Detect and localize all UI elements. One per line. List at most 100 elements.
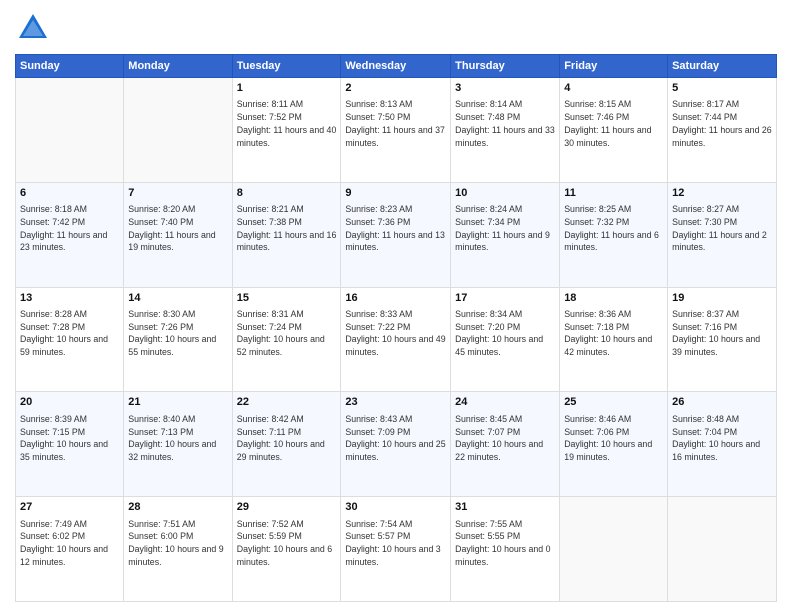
day-number: 22 <box>237 395 337 410</box>
day-number: 9 <box>345 186 446 201</box>
calendar-cell: 28 Sunrise: 7:51 AM Sunset: 6:00 PM Dayli… <box>124 497 232 602</box>
logo <box>15 10 55 46</box>
day-info: Sunrise: 8:33 AM Sunset: 7:22 PM Dayligh… <box>345 308 446 359</box>
day-number: 19 <box>672 291 772 306</box>
calendar-cell: 13 Sunrise: 8:28 AM Sunset: 7:28 PM Dayli… <box>16 287 124 392</box>
calendar-cell: 27Sunrise: 7:49 AM Sunset: 6:02 PM Dayli… <box>16 497 124 602</box>
calendar-cell: 4Sunrise: 8:15 AM Sunset: 7:46 PM Daylig… <box>560 78 668 183</box>
calendar-cell: 22Sunrise: 8:42 AM Sunset: 7:11 PM Dayli… <box>232 392 341 497</box>
day-number: 17 <box>455 291 555 306</box>
day-number: 11 <box>564 186 663 201</box>
day-info: Sunrise: 8:45 AM Sunset: 7:07 PM Dayligh… <box>455 413 555 464</box>
calendar-header-sunday: Sunday <box>16 55 124 78</box>
calendar-cell <box>668 497 777 602</box>
day-info: Sunrise: 8:20 AM Sunset: 7:40 PM Dayligh… <box>128 203 227 254</box>
day-info: Sunrise: 8:34 AM Sunset: 7:20 PM Dayligh… <box>455 308 555 359</box>
day-number: 1 <box>237 81 337 96</box>
calendar-cell: 10 Sunrise: 8:24 AM Sunset: 7:34 PM Dayli… <box>451 182 560 287</box>
calendar-cell: 24 Sunrise: 8:45 AM Sunset: 7:07 PM Dayli… <box>451 392 560 497</box>
calendar-header-saturday: Saturday <box>668 55 777 78</box>
calendar-cell: 3 Sunrise: 8:14 AM Sunset: 7:48 PM Daylig… <box>451 78 560 183</box>
day-info: Sunrise: 8:24 AM Sunset: 7:34 PM Dayligh… <box>455 203 555 254</box>
day-info: Sunrise: 8:37 AM Sunset: 7:16 PM Dayligh… <box>672 308 772 359</box>
day-number: 13 <box>20 291 119 306</box>
day-info: Sunrise: 7:51 AM Sunset: 6:00 PM Dayligh… <box>128 518 227 569</box>
calendar-cell: 12 Sunrise: 8:27 AM Sunset: 7:30 PM Dayli… <box>668 182 777 287</box>
calendar-header-tuesday: Tuesday <box>232 55 341 78</box>
page: SundayMondayTuesdayWednesdayThursdayFrid… <box>0 0 792 612</box>
day-info: Sunrise: 8:27 AM Sunset: 7:30 PM Dayligh… <box>672 203 772 254</box>
calendar-cell: 1 Sunrise: 8:11 AM Sunset: 7:52 PM Daylig… <box>232 78 341 183</box>
day-info: Sunrise: 8:36 AM Sunset: 7:18 PM Dayligh… <box>564 308 663 359</box>
day-number: 8 <box>237 186 337 201</box>
day-info: Sunrise: 8:25 AM Sunset: 7:32 PM Dayligh… <box>564 203 663 254</box>
calendar-cell: 18 Sunrise: 8:36 AM Sunset: 7:18 PM Dayli… <box>560 287 668 392</box>
calendar-week-row: 1 Sunrise: 8:11 AM Sunset: 7:52 PM Daylig… <box>16 78 777 183</box>
day-number: 14 <box>128 291 227 306</box>
calendar-cell: 9 Sunrise: 8:23 AM Sunset: 7:36 PM Daylig… <box>341 182 451 287</box>
day-number: 10 <box>455 186 555 201</box>
day-number: 31 <box>455 500 555 515</box>
calendar-cell: 25 Sunrise: 8:46 AM Sunset: 7:06 PM Dayli… <box>560 392 668 497</box>
calendar-cell: 26Sunrise: 8:48 AM Sunset: 7:04 PM Dayli… <box>668 392 777 497</box>
day-number: 15 <box>237 291 337 306</box>
calendar-header-wednesday: Wednesday <box>341 55 451 78</box>
day-info: Sunrise: 8:40 AM Sunset: 7:13 PM Dayligh… <box>128 413 227 464</box>
calendar-week-row: 6 Sunrise: 8:18 AM Sunset: 7:42 PM Daylig… <box>16 182 777 287</box>
day-number: 6 <box>20 186 119 201</box>
day-info: Sunrise: 8:21 AM Sunset: 7:38 PM Dayligh… <box>237 203 337 254</box>
day-number: 25 <box>564 395 663 410</box>
day-number: 24 <box>455 395 555 410</box>
day-number: 26 <box>672 395 772 410</box>
day-number: 3 <box>455 81 555 96</box>
calendar-header-monday: Monday <box>124 55 232 78</box>
day-info: Sunrise: 8:14 AM Sunset: 7:48 PM Dayligh… <box>455 98 555 149</box>
day-info: Sunrise: 8:30 AM Sunset: 7:26 PM Dayligh… <box>128 308 227 359</box>
day-number: 30 <box>345 500 446 515</box>
day-info: Sunrise: 7:52 AM Sunset: 5:59 PM Dayligh… <box>237 518 337 569</box>
calendar-cell: 2 Sunrise: 8:13 AM Sunset: 7:50 PM Daylig… <box>341 78 451 183</box>
calendar-week-row: 27Sunrise: 7:49 AM Sunset: 6:02 PM Dayli… <box>16 497 777 602</box>
calendar-cell: 23Sunrise: 8:43 AM Sunset: 7:09 PM Dayli… <box>341 392 451 497</box>
calendar-cell: 20Sunrise: 8:39 AM Sunset: 7:15 PM Dayli… <box>16 392 124 497</box>
calendar-cell <box>16 78 124 183</box>
day-number: 23 <box>345 395 446 410</box>
calendar-header-row: SundayMondayTuesdayWednesdayThursdayFrid… <box>16 55 777 78</box>
calendar-cell <box>560 497 668 602</box>
calendar-cell: 17 Sunrise: 8:34 AM Sunset: 7:20 PM Dayli… <box>451 287 560 392</box>
day-number: 27 <box>20 500 119 515</box>
calendar-cell: 29 Sunrise: 7:52 AM Sunset: 5:59 PM Dayli… <box>232 497 341 602</box>
day-number: 18 <box>564 291 663 306</box>
day-number: 29 <box>237 500 337 515</box>
day-info: Sunrise: 8:46 AM Sunset: 7:06 PM Dayligh… <box>564 413 663 464</box>
day-info: Sunrise: 8:39 AM Sunset: 7:15 PM Dayligh… <box>20 413 119 464</box>
calendar-cell: 11 Sunrise: 8:25 AM Sunset: 7:32 PM Dayli… <box>560 182 668 287</box>
calendar-cell: 6 Sunrise: 8:18 AM Sunset: 7:42 PM Daylig… <box>16 182 124 287</box>
calendar-cell <box>124 78 232 183</box>
calendar-cell: 7 Sunrise: 8:20 AM Sunset: 7:40 PM Daylig… <box>124 182 232 287</box>
calendar-cell: 31 Sunrise: 7:55 AM Sunset: 5:55 PM Dayli… <box>451 497 560 602</box>
calendar-week-row: 13 Sunrise: 8:28 AM Sunset: 7:28 PM Dayli… <box>16 287 777 392</box>
day-info: Sunrise: 8:13 AM Sunset: 7:50 PM Dayligh… <box>345 98 446 149</box>
day-info: Sunrise: 8:11 AM Sunset: 7:52 PM Dayligh… <box>237 98 337 149</box>
calendar-cell: 21Sunrise: 8:40 AM Sunset: 7:13 PM Dayli… <box>124 392 232 497</box>
day-info: Sunrise: 8:28 AM Sunset: 7:28 PM Dayligh… <box>20 308 119 359</box>
calendar-cell: 8 Sunrise: 8:21 AM Sunset: 7:38 PM Daylig… <box>232 182 341 287</box>
day-number: 7 <box>128 186 227 201</box>
day-info: Sunrise: 8:18 AM Sunset: 7:42 PM Dayligh… <box>20 203 119 254</box>
day-info: Sunrise: 8:15 AM Sunset: 7:46 PM Dayligh… <box>564 98 663 149</box>
calendar-cell: 30Sunrise: 7:54 AM Sunset: 5:57 PM Dayli… <box>341 497 451 602</box>
calendar-cell: 15 Sunrise: 8:31 AM Sunset: 7:24 PM Dayli… <box>232 287 341 392</box>
header <box>15 10 777 46</box>
day-info: Sunrise: 8:23 AM Sunset: 7:36 PM Dayligh… <box>345 203 446 254</box>
calendar-week-row: 20Sunrise: 8:39 AM Sunset: 7:15 PM Dayli… <box>16 392 777 497</box>
day-number: 16 <box>345 291 446 306</box>
day-number: 28 <box>128 500 227 515</box>
day-number: 12 <box>672 186 772 201</box>
calendar-cell: 14 Sunrise: 8:30 AM Sunset: 7:26 PM Dayli… <box>124 287 232 392</box>
calendar-header-friday: Friday <box>560 55 668 78</box>
day-number: 2 <box>345 81 446 96</box>
day-info: Sunrise: 8:31 AM Sunset: 7:24 PM Dayligh… <box>237 308 337 359</box>
day-info: Sunrise: 8:17 AM Sunset: 7:44 PM Dayligh… <box>672 98 772 149</box>
day-info: Sunrise: 7:55 AM Sunset: 5:55 PM Dayligh… <box>455 518 555 569</box>
